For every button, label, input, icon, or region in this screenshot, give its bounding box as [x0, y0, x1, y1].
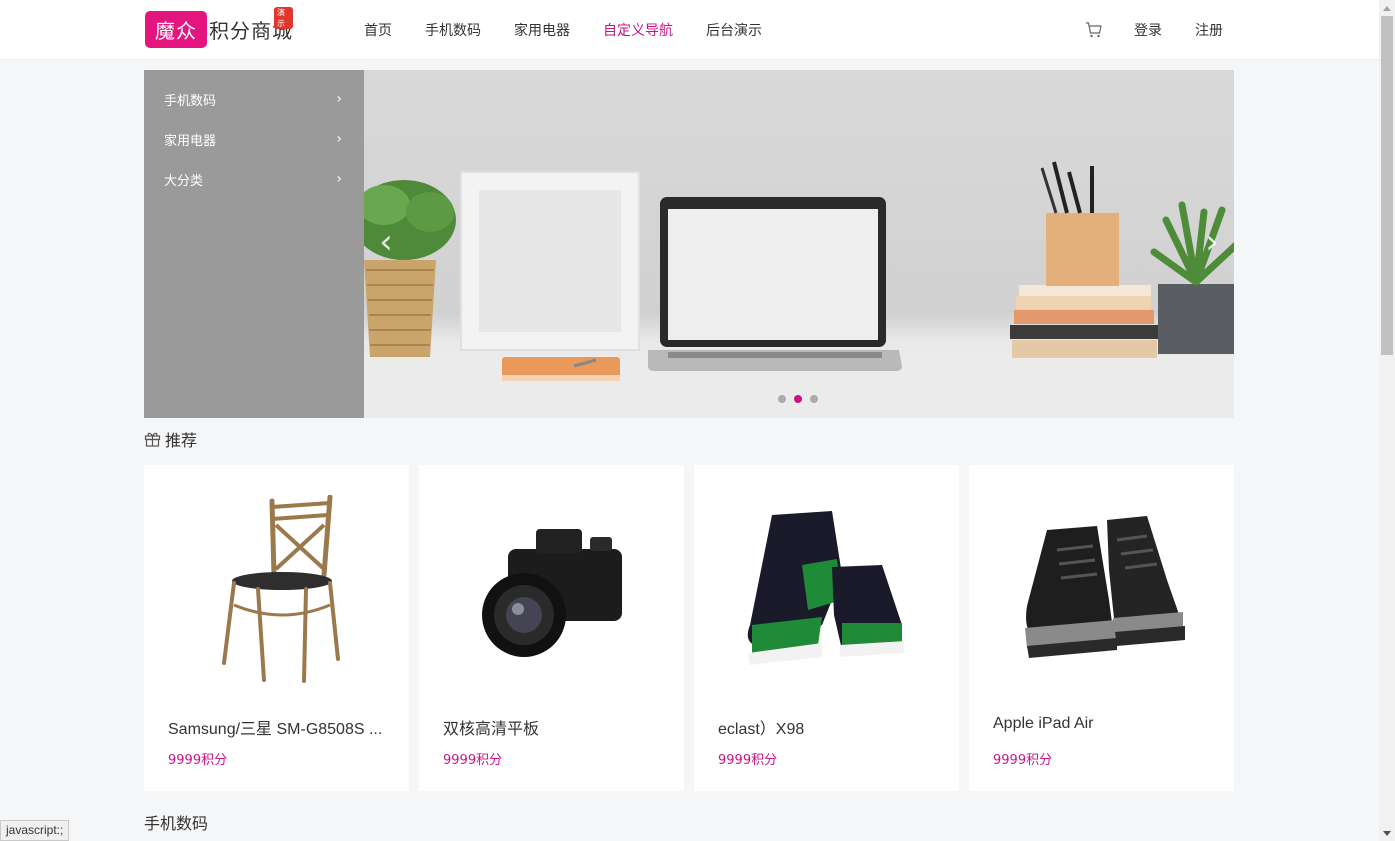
category-label: 大分类	[164, 173, 204, 189]
recommend-product-list: Samsung/三星 SM-G8508S ... 9999积分 双核高清平板 9…	[144, 465, 1244, 791]
site-logo[interactable]: 魔众 积分商城 演示	[145, 7, 293, 48]
product-card[interactable]: eclast）X98 9999积分	[694, 465, 959, 791]
carousel-dot[interactable]	[810, 395, 818, 403]
product-name[interactable]: eclast）X98	[718, 715, 940, 739]
section-phones-digital-title: 手机数码	[144, 814, 209, 833]
nav-home-appliances[interactable]: 家用电器	[514, 20, 570, 40]
carousel-next-icon[interactable]: ›	[1198, 220, 1226, 264]
product-image-camera	[419, 465, 684, 715]
auth-links: 登录 注册	[1134, 0, 1256, 60]
scroll-down-arrow-icon[interactable]	[1379, 825, 1395, 841]
product-price: 9999积分	[993, 753, 1053, 768]
scroll-up-arrow-icon[interactable]	[1379, 0, 1395, 16]
product-card[interactable]: Apple iPad Air 9999积分	[969, 465, 1234, 791]
product-price: 9999积分	[168, 753, 228, 768]
carousel-dot[interactable]	[778, 395, 786, 403]
product-card[interactable]: Samsung/三星 SM-G8508S ... 9999积分	[144, 465, 409, 791]
product-price: 9999积分	[443, 753, 503, 768]
browser-status-bar: javascript:;	[0, 820, 70, 841]
category-big[interactable]: 大分类 ›	[144, 159, 364, 199]
banner-carousel[interactable]: ‹ ›	[364, 70, 1234, 418]
main-nav: 首页 手机数码 家用电器 自定义导航 后台演示	[364, 0, 795, 60]
page-scrollbar[interactable]	[1379, 0, 1395, 841]
cart-icon[interactable]	[1085, 21, 1103, 39]
product-price: 9999积分	[718, 753, 778, 768]
product-card[interactable]: 双核高清平板 9999积分	[419, 465, 684, 791]
login-link[interactable]: 登录	[1134, 20, 1162, 40]
banner-image	[364, 161, 1234, 418]
category-home-appliances[interactable]: 家用电器 ›	[144, 119, 364, 159]
demo-badge: 演示	[274, 7, 293, 29]
chevron-right-icon: ›	[336, 91, 342, 107]
product-name[interactable]: Apple iPad Air	[993, 715, 1215, 733]
recommend-heading: 推荐	[144, 428, 197, 450]
nav-custom[interactable]: 自定义导航	[603, 20, 673, 40]
category-label: 家用电器	[164, 133, 217, 149]
nav-home[interactable]: 首页	[364, 20, 392, 40]
category-label: 手机数码	[164, 93, 217, 109]
nav-phones-digital[interactable]: 手机数码	[425, 20, 481, 40]
carousel-dot-active[interactable]	[794, 395, 802, 403]
carousel-dots	[778, 395, 826, 403]
product-name[interactable]: 双核高清平板	[443, 715, 665, 739]
product-image-chair	[144, 465, 409, 715]
product-name[interactable]: Samsung/三星 SM-G8508S ...	[168, 715, 390, 739]
recommend-title: 推荐	[165, 431, 198, 450]
chevron-right-icon: ›	[336, 171, 342, 187]
top-header: 魔众 积分商城 演示 首页 手机数码 家用电器 自定义导航 后台演示 登录 注册	[0, 0, 1379, 60]
category-phones-digital[interactable]: 手机数码 ›	[144, 79, 364, 119]
nav-admin-demo[interactable]: 后台演示	[706, 20, 762, 40]
logo-mark: 魔众	[145, 10, 207, 48]
gift-icon	[144, 432, 161, 447]
product-image-sneakers	[694, 465, 959, 715]
register-link[interactable]: 注册	[1195, 20, 1223, 40]
category-menu: 手机数码 › 家用电器 › 大分类 ›	[144, 70, 364, 418]
scroll-thumb[interactable]	[1381, 16, 1393, 355]
product-image-boots	[969, 465, 1234, 715]
chevron-right-icon: ›	[336, 131, 342, 147]
carousel-prev-icon[interactable]: ‹	[372, 220, 400, 264]
